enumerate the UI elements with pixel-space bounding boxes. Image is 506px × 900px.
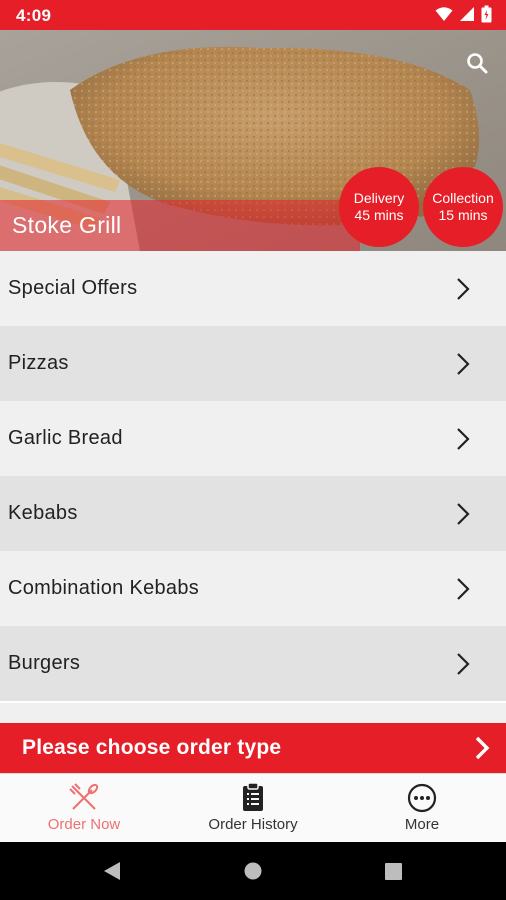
delivery-badge: Delivery 45 mins xyxy=(339,167,419,247)
menu-item-special-offers[interactable]: Special Offers xyxy=(0,251,506,326)
fork-knife-icon xyxy=(68,782,100,819)
search-icon xyxy=(465,51,489,80)
menu-category-list: Special Offers Pizzas Garlic Bread Kebab… xyxy=(0,251,506,701)
menu-item-kebabs[interactable]: Kebabs xyxy=(0,476,506,551)
menu-item-pizzas[interactable]: Pizzas xyxy=(0,326,506,401)
collection-badge: Collection 15 mins xyxy=(423,167,503,247)
back-icon[interactable] xyxy=(102,861,122,886)
tab-order-now-label: Order Now xyxy=(47,816,121,833)
menu-item-garlic-bread[interactable]: Garlic Bread xyxy=(0,401,506,476)
menu-item-burgers[interactable]: Burgers xyxy=(0,626,506,701)
menu-list-continuation xyxy=(0,703,506,723)
order-type-label: Please choose order type xyxy=(22,736,282,759)
menu-item-label: Special Offers xyxy=(8,277,138,299)
menu-item-label: Burgers xyxy=(8,652,81,674)
wifi-icon xyxy=(435,6,453,27)
order-type-bar[interactable]: Please choose order type xyxy=(0,723,506,773)
chevron-right-icon xyxy=(456,577,470,606)
more-horizontal-icon xyxy=(406,782,438,819)
search-button[interactable] xyxy=(462,50,492,80)
chevron-right-icon xyxy=(474,736,490,765)
tab-more-label: More xyxy=(404,816,440,833)
restaurant-name: Stoke Grill xyxy=(12,212,122,238)
status-time: 4:09 xyxy=(16,6,52,25)
status-icons xyxy=(435,5,492,28)
delivery-label: Delivery xyxy=(353,190,405,206)
bottom-navigation: Order Now Order History More xyxy=(0,773,506,842)
tab-order-history[interactable]: Order History xyxy=(169,774,337,842)
tab-order-history-label: Order History xyxy=(208,816,298,833)
delivery-time: 45 mins xyxy=(354,207,404,223)
battery-icon xyxy=(481,5,492,28)
menu-item-label: Pizzas xyxy=(8,352,69,374)
status-bar: 4:09 xyxy=(0,0,506,30)
clipboard-list-icon xyxy=(241,782,265,817)
system-navigation-bar xyxy=(0,842,506,900)
collection-label: Collection xyxy=(432,190,494,206)
chevron-right-icon xyxy=(456,652,470,681)
menu-item-label: Kebabs xyxy=(8,502,78,524)
tab-more[interactable]: More xyxy=(338,774,506,842)
cellular-signal-icon xyxy=(459,6,475,27)
hero-banner: Stoke Grill Delivery 45 mins Collection … xyxy=(0,30,506,251)
chevron-right-icon xyxy=(456,502,470,531)
menu-item-label: Combination Kebabs xyxy=(8,577,200,599)
home-icon[interactable] xyxy=(244,862,262,885)
recents-icon[interactable] xyxy=(385,863,402,885)
chevron-right-icon xyxy=(456,277,470,306)
chevron-right-icon xyxy=(456,352,470,381)
chevron-right-icon xyxy=(456,427,470,456)
collection-time: 15 mins xyxy=(438,207,488,223)
menu-item-combination-kebabs[interactable]: Combination Kebabs xyxy=(0,551,506,626)
menu-item-label: Garlic Bread xyxy=(8,427,123,449)
tab-order-now[interactable]: Order Now xyxy=(0,774,168,842)
